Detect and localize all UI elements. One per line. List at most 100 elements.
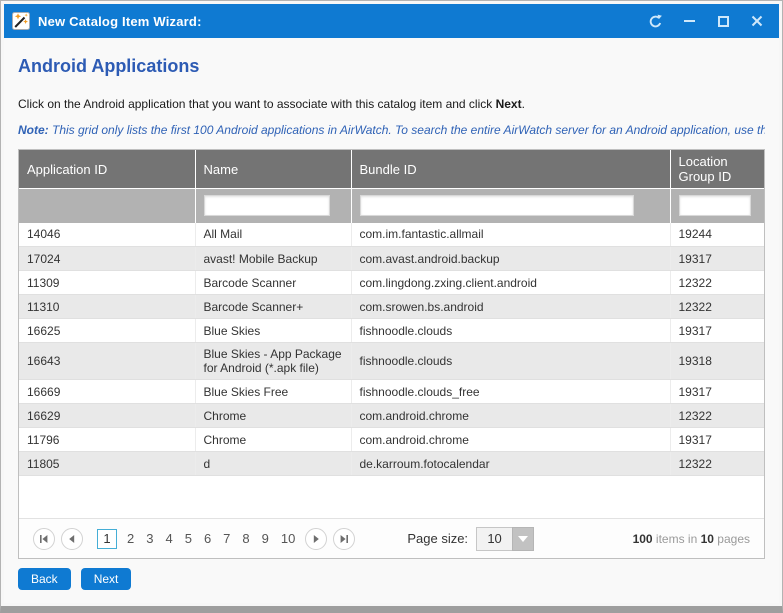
table-row[interactable]: 16669Blue Skies Freefishnoodle.clouds_fr…: [19, 380, 764, 404]
column-header-application-id[interactable]: Application ID: [19, 150, 195, 189]
pager-page[interactable]: 8: [236, 531, 255, 546]
cell: com.android.chrome: [351, 428, 670, 452]
refresh-icon[interactable]: [643, 9, 667, 33]
filter-cell-application-id: [19, 189, 195, 223]
cell: Blue Skies Free: [195, 380, 351, 404]
pager-page[interactable]: 4: [159, 531, 178, 546]
note-text: Note: This grid only lists the first 100…: [18, 123, 765, 137]
page-size-label: Page size:: [407, 531, 468, 546]
cell: 16669: [19, 380, 195, 404]
cell: 16643: [19, 343, 195, 380]
table-row[interactable]: 17024avast! Mobile Backupcom.avast.andro…: [19, 247, 764, 271]
minimize-icon: [684, 20, 695, 22]
maximize-button[interactable]: [711, 9, 735, 33]
prev-page-button[interactable]: [61, 528, 83, 550]
cell: 17024: [19, 247, 195, 271]
pager-summary: 100 items in 10 pages: [633, 532, 750, 546]
chevron-down-icon: [518, 536, 528, 542]
table-row[interactable]: 11796Chromecom.android.chrome19317: [19, 428, 764, 452]
table-row[interactable]: 14046All Mailcom.im.fantastic.allmail192…: [19, 223, 764, 247]
cell: 19317: [670, 247, 764, 271]
table-row[interactable]: 11310Barcode Scanner+com.srowen.bs.andro…: [19, 295, 764, 319]
page-title: Android Applications: [18, 56, 765, 77]
cell: Blue Skies - App Package for Android (*.…: [195, 343, 351, 380]
cell: com.srowen.bs.android: [351, 295, 670, 319]
close-icon: [751, 15, 763, 27]
cell: 19318: [670, 343, 764, 380]
cell: com.android.chrome: [351, 404, 670, 428]
pager-page[interactable]: 9: [256, 531, 275, 546]
page-size-dropdown-button[interactable]: [512, 527, 534, 551]
cell: 14046: [19, 223, 195, 247]
page-size-value[interactable]: 10: [476, 527, 512, 551]
wizard-footer: Back Next: [18, 568, 765, 600]
titlebar: New Catalog Item Wizard:: [4, 4, 779, 38]
location-group-id-filter-input[interactable]: [679, 195, 751, 216]
prev-page-icon: [67, 534, 77, 544]
pager-page[interactable]: 6: [198, 531, 217, 546]
cell: com.avast.android.backup: [351, 247, 670, 271]
cell: avast! Mobile Backup: [195, 247, 351, 271]
cell: fishnoodle.clouds: [351, 319, 670, 343]
cell: Blue Skies: [195, 319, 351, 343]
cell: fishnoodle.clouds_free: [351, 380, 670, 404]
wand-stars-icon: [12, 12, 30, 30]
cell: com.im.fantastic.allmail: [351, 223, 670, 247]
cell: 19317: [670, 380, 764, 404]
cell: Chrome: [195, 404, 351, 428]
maximize-icon: [718, 16, 729, 27]
cell: 12322: [670, 404, 764, 428]
filter-cell-bundle-id: [351, 189, 670, 223]
pager-pages: 12345678910: [93, 529, 301, 549]
pager-page[interactable]: 7: [217, 531, 236, 546]
pager-page[interactable]: 5: [179, 531, 198, 546]
pager-page-current[interactable]: 1: [97, 529, 117, 549]
pager-page[interactable]: 10: [275, 531, 301, 546]
pager-page[interactable]: 3: [140, 531, 159, 546]
table-row[interactable]: 16629Chromecom.android.chrome12322: [19, 404, 764, 428]
close-button[interactable]: [745, 9, 769, 33]
cell: 16629: [19, 404, 195, 428]
last-page-icon: [339, 534, 349, 544]
wizard-window: New Catalog Item Wizard: Android Applica…: [0, 0, 783, 613]
first-page-button[interactable]: [33, 528, 55, 550]
grid-filler: [19, 476, 764, 518]
cell: 19317: [670, 319, 764, 343]
pager: 12345678910 Page size: 10 100 items in 1…: [19, 518, 764, 558]
cell: 12322: [670, 452, 764, 476]
column-header-name[interactable]: Name: [195, 150, 351, 189]
name-filter-input[interactable]: [204, 195, 330, 216]
pager-page[interactable]: 2: [121, 531, 140, 546]
cell: All Mail: [195, 223, 351, 247]
grid-body: 14046All Mailcom.im.fantastic.allmail192…: [19, 223, 764, 476]
cell: 11309: [19, 271, 195, 295]
next-page-button[interactable]: [305, 528, 327, 550]
cell: com.lingdong.zxing.client.android: [351, 271, 670, 295]
last-page-button[interactable]: [333, 528, 355, 550]
applications-grid: Application ID Name Bundle ID Location G…: [18, 149, 765, 559]
cell: 12322: [670, 271, 764, 295]
cell: d: [195, 452, 351, 476]
cell: 16625: [19, 319, 195, 343]
cell: Barcode Scanner+: [195, 295, 351, 319]
cell: de.karroum.fotocalendar: [351, 452, 670, 476]
bundle-id-filter-input[interactable]: [360, 195, 634, 216]
table-row[interactable]: 16625Blue Skiesfishnoodle.clouds19317: [19, 319, 764, 343]
table-row[interactable]: 16643Blue Skies - App Package for Androi…: [19, 343, 764, 380]
instruction-text: Click on the Android application that yo…: [18, 97, 765, 111]
column-header-bundle-id[interactable]: Bundle ID: [351, 150, 670, 189]
cell: Barcode Scanner: [195, 271, 351, 295]
filter-cell-name: [195, 189, 351, 223]
table-row[interactable]: 11309Barcode Scannercom.lingdong.zxing.c…: [19, 271, 764, 295]
cell: 11796: [19, 428, 195, 452]
first-page-icon: [39, 534, 49, 544]
column-header-location-group-id[interactable]: Location Group ID: [670, 150, 764, 189]
table-row[interactable]: 11805dde.karroum.fotocalendar12322: [19, 452, 764, 476]
back-button[interactable]: Back: [18, 568, 71, 590]
next-button[interactable]: Next: [81, 568, 132, 590]
window-title: New Catalog Item Wizard:: [38, 14, 202, 29]
cell: 11310: [19, 295, 195, 319]
wizard-content: Android Applications Click on the Androi…: [4, 38, 779, 603]
cell: 11805: [19, 452, 195, 476]
minimize-button[interactable]: [677, 9, 701, 33]
